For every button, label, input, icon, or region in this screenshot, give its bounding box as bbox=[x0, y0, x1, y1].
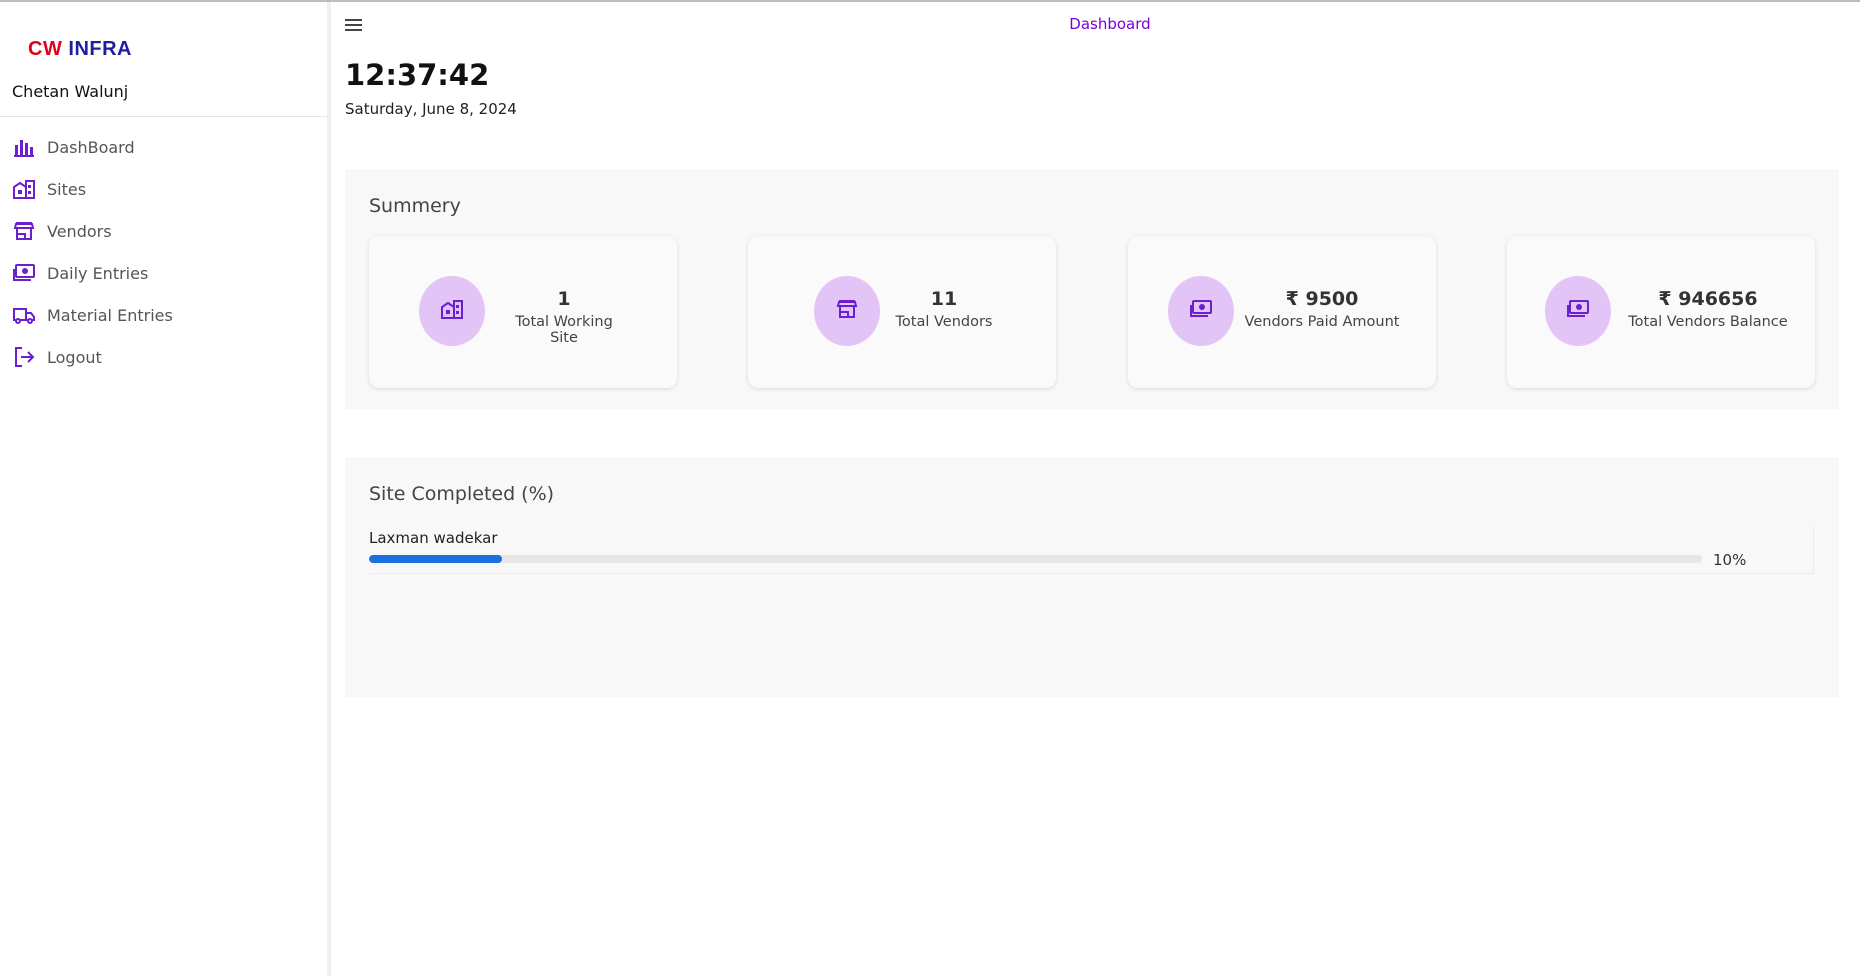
card-label: Total Vendors Balance bbox=[1628, 314, 1788, 330]
card-value: 1 bbox=[557, 288, 571, 310]
site-progress-bar bbox=[369, 555, 1702, 563]
site-completed-title: Site Completed (%) bbox=[369, 483, 555, 505]
brand-logo-cw: CW bbox=[28, 38, 63, 60]
site-name: Laxman wadekar bbox=[369, 529, 498, 547]
card-value: ₹ 946656 bbox=[1658, 288, 1758, 310]
icon-circle bbox=[1168, 276, 1234, 346]
logout-icon bbox=[12, 345, 36, 369]
sidebar-divider bbox=[0, 116, 327, 117]
sidebar-item-label: Daily Entries bbox=[47, 263, 149, 283]
building-icon bbox=[12, 177, 36, 201]
card-label: Total Vendors bbox=[895, 314, 993, 330]
bar-chart-icon bbox=[12, 135, 36, 159]
summary-card-vendors-balance[interactable]: ₹ 946656 Total Vendors Balance bbox=[1507, 236, 1815, 388]
summary-card-working-sites[interactable]: 1 Total Working Site bbox=[369, 236, 677, 388]
hamburger-icon bbox=[345, 24, 362, 26]
sidebar-item-vendors[interactable]: Vendors bbox=[0, 210, 327, 252]
icon-circle bbox=[419, 276, 485, 346]
card-value: ₹ 9500 bbox=[1285, 288, 1359, 310]
summary-panel: Summery 1 Total Working Site 11 Total Ve… bbox=[345, 169, 1839, 409]
money-icon bbox=[12, 261, 36, 285]
sidebar-item-label: DashBoard bbox=[47, 137, 135, 157]
money-icon bbox=[1189, 298, 1213, 324]
clock-date: Saturday, June 8, 2024 bbox=[345, 100, 517, 118]
sidebar-item-daily-entries[interactable]: Daily Entries bbox=[0, 252, 327, 294]
store-icon bbox=[836, 298, 858, 324]
brand-logo[interactable]: CW INFRA bbox=[28, 38, 132, 61]
summary-title: Summery bbox=[369, 195, 461, 217]
hamburger-icon bbox=[345, 19, 362, 21]
card-text: 1 Total Working Site bbox=[499, 288, 629, 346]
clock-time: 12:37:42 bbox=[345, 58, 490, 92]
card-value: 11 bbox=[930, 288, 958, 310]
card-label: Vendors Paid Amount bbox=[1244, 314, 1400, 330]
icon-circle bbox=[1545, 276, 1611, 346]
store-icon bbox=[12, 219, 36, 243]
sidebar-item-material-entries[interactable]: Material Entries bbox=[0, 294, 327, 336]
sidebar-item-dashboard[interactable]: DashBoard bbox=[0, 126, 327, 168]
sidebar-nav: DashBoard Sites Vendors Daily Entries Ma… bbox=[0, 126, 327, 378]
sidebar-item-label: Vendors bbox=[47, 221, 112, 241]
hamburger-icon bbox=[345, 29, 362, 31]
summary-card-vendors[interactable]: 11 Total Vendors bbox=[748, 236, 1056, 388]
user-name: Chetan Walunj bbox=[12, 82, 129, 101]
sidebar: CW INFRA Chetan Walunj DashBoard Sites V… bbox=[0, 2, 331, 976]
sidebar-item-logout[interactable]: Logout bbox=[0, 336, 327, 378]
building-icon bbox=[440, 298, 464, 324]
row-divider bbox=[369, 573, 1815, 574]
card-text: 11 Total Vendors bbox=[894, 288, 994, 330]
site-progress-fill bbox=[369, 555, 503, 563]
brand-logo-infra: INFRA bbox=[68, 38, 132, 60]
summary-card-paid-amount[interactable]: ₹ 9500 Vendors Paid Amount bbox=[1128, 236, 1436, 388]
card-text: ₹ 9500 Vendors Paid Amount bbox=[1242, 288, 1402, 330]
site-progress-percent: 10% bbox=[1713, 551, 1747, 569]
page-title: Dashboard bbox=[1069, 15, 1151, 33]
site-completed-panel: Site Completed (%) Laxman wadekar 10% bbox=[345, 457, 1839, 697]
sidebar-item-sites[interactable]: Sites bbox=[0, 168, 327, 210]
truck-icon bbox=[12, 303, 36, 327]
card-text: ₹ 946656 Total Vendors Balance bbox=[1619, 288, 1797, 330]
row-scroll-edge bbox=[1813, 525, 1814, 573]
sidebar-item-label: Sites bbox=[47, 179, 87, 199]
money-icon bbox=[1566, 298, 1590, 324]
card-label: Total Working Site bbox=[515, 314, 613, 346]
sidebar-item-label: Material Entries bbox=[47, 305, 173, 325]
menu-toggle-button[interactable] bbox=[343, 16, 365, 34]
sidebar-item-label: Logout bbox=[47, 347, 102, 367]
icon-circle bbox=[814, 276, 880, 346]
